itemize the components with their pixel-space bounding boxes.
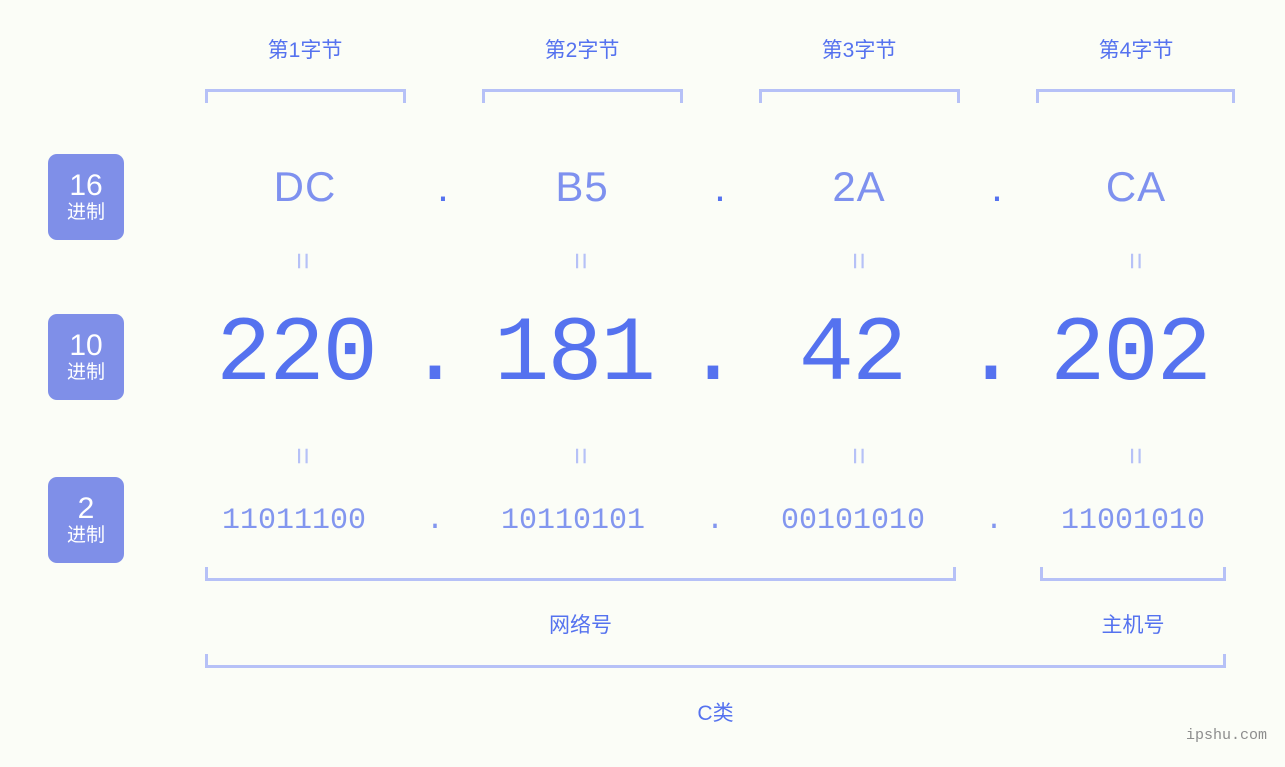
byte-bracket-1 — [205, 89, 406, 103]
base-badge-decimal-number: 10 — [69, 329, 103, 362]
base-badge-decimal: 10 进制 — [48, 314, 124, 400]
hex-separator-2: . — [714, 163, 726, 210]
byte-header-4: 第4字节 — [1036, 36, 1236, 66]
base-badge-hex-unit: 进制 — [66, 202, 105, 223]
class-bracket — [205, 654, 1226, 668]
base-badge-binary-number: 2 — [77, 492, 95, 525]
byte-bracket-4 — [1036, 89, 1235, 103]
byte-header-3-label: 第3字节 — [821, 39, 897, 62]
binary-separator-2: . — [705, 504, 724, 538]
class-label: C类 — [697, 702, 734, 725]
base-badge-binary: 2 进制 — [48, 477, 124, 563]
byte-header-1-label: 第1字节 — [267, 39, 343, 62]
binary-octet-4: 11001010 — [1060, 504, 1206, 538]
base-badge-hex-number: 16 — [69, 169, 103, 202]
hex-separator-3: . — [991, 163, 1003, 210]
host-bracket — [1040, 567, 1226, 581]
host-label: 主机号 — [1101, 614, 1165, 637]
network-bracket — [205, 567, 956, 581]
binary-separator-1: . — [425, 504, 444, 538]
byte-header-4-label: 第4字节 — [1098, 39, 1174, 62]
byte-bracket-2 — [482, 89, 683, 103]
decimal-separator-2: . — [685, 302, 741, 407]
ip-breakdown-diagram: 第1字节 第2字节 第3字节 第4字节 16 进制 10 进制 2 进制 DC … — [0, 0, 1285, 767]
binary-octet-3: 00101010 — [780, 504, 926, 538]
decimal-separator-1: . — [407, 302, 463, 407]
byte-header-2-label: 第2字节 — [544, 39, 620, 62]
byte-bracket-3 — [759, 89, 960, 103]
base-badge-binary-unit: 进制 — [66, 525, 105, 546]
binary-octet-2: 10110101 — [500, 504, 646, 538]
hex-separator-1: . — [437, 163, 449, 210]
decimal-separator-3: . — [963, 302, 1019, 407]
binary-octet-1: 11011100 — [221, 504, 367, 538]
network-label: 网络号 — [549, 614, 612, 637]
byte-header-1: 第1字节 — [205, 36, 405, 66]
watermark: ipshu.com — [1185, 727, 1267, 744]
byte-header-3: 第3字节 — [759, 36, 959, 66]
byte-header-2: 第2字节 — [482, 36, 682, 66]
binary-separator-3: . — [984, 504, 1003, 538]
base-badge-hex: 16 进制 — [48, 154, 124, 240]
base-badge-decimal-unit: 进制 — [66, 362, 105, 383]
